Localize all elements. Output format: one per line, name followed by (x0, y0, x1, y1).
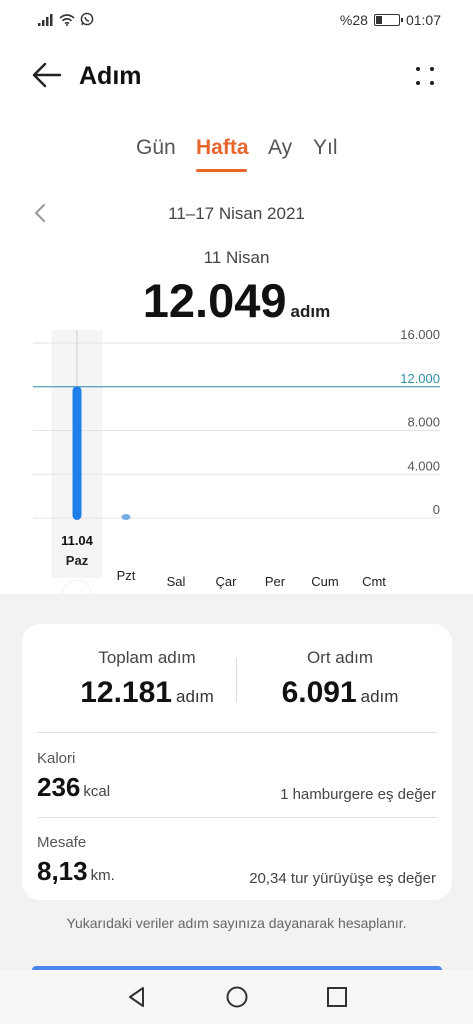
average-steps-value: 6.091 (281, 676, 357, 709)
selected-date-label: 11.04 (61, 533, 94, 548)
x-tick-label: Cum (311, 574, 338, 589)
average-steps-label: Ort adım (306, 648, 374, 667)
nav-home-button[interactable] (224, 984, 250, 1010)
nav-recents-button[interactable] (324, 984, 350, 1010)
distance-unit: km. (90, 867, 115, 884)
nav-home-icon (226, 986, 248, 1008)
tab-month[interactable]: Ay (268, 136, 292, 160)
calories-value: 236 (37, 772, 81, 802)
divider (37, 817, 437, 818)
calories-unit: kcal (83, 783, 111, 800)
page-title: Adım (79, 62, 142, 90)
tab-year[interactable]: Yıl (313, 136, 338, 160)
y-tick-label: 8.000 (407, 415, 440, 430)
distance-value: 8,13 (37, 856, 88, 886)
selected-step-count: 12.049 adım (0, 273, 473, 328)
chart-drag-handle[interactable] (62, 579, 92, 594)
x-tick-label: Sal (167, 574, 186, 589)
summary-card: Toplam adım 12.181 adım Ort adım 6.091 adı… (22, 624, 452, 900)
steps-chart[interactable]: 16.000 12.000 8.000 4.000 0 11.04 Paz Pzt Sal Çar… (0, 330, 473, 594)
average-steps: Ort adım 6.091 adım (240, 648, 440, 710)
y-tick-label: 12.000 (400, 371, 440, 386)
date-range-label: 11–17 Nisan 2021 (168, 204, 305, 223)
total-steps-label: Toplam adım (98, 648, 196, 667)
x-tick-label: Cmt (362, 574, 386, 589)
back-button[interactable] (30, 58, 64, 92)
nav-back-icon (129, 987, 144, 1007)
tab-day[interactable]: Gün (136, 136, 176, 160)
selected-value: 12.049 (142, 274, 287, 327)
app-header: Adım (0, 50, 473, 104)
selected-unit: adım (290, 302, 331, 321)
average-steps-unit: adım (360, 687, 399, 706)
calories-value-row: 236 kcal (37, 772, 110, 803)
system-navbar (0, 970, 473, 1024)
arrow-left-icon (32, 62, 62, 88)
period-tabs: Gün Hafta Ay Yıl (0, 136, 473, 176)
y-tick-label: 16.000 (400, 330, 440, 342)
more-button[interactable] (410, 62, 442, 94)
distance-value-row: 8,13 km. (37, 856, 115, 887)
x-tick-label: Per (265, 574, 286, 589)
calories-label: Kalori (37, 750, 76, 767)
x-tick-label: Pzt (117, 568, 136, 583)
y-tick-label: 0 (433, 502, 440, 517)
x-tick-label: Paz (66, 553, 89, 568)
active-tab-indicator (196, 169, 247, 172)
total-steps: Toplam adım 12.181 adım (47, 648, 247, 710)
battery-icon (373, 14, 403, 26)
clock: 01:07 (405, 12, 441, 28)
calories-equivalent: 1 hamburgere eş değer (280, 786, 436, 803)
total-steps-value: 12.181 (80, 676, 172, 709)
y-tick-label: 4.000 (407, 458, 440, 473)
signal-icon (38, 14, 53, 26)
whatsapp-icon (80, 12, 94, 26)
tab-week[interactable]: Hafta (196, 136, 249, 160)
x-tick-label: Çar (216, 574, 238, 589)
stat-divider (236, 658, 237, 702)
nav-recents-icon (327, 987, 347, 1007)
divider (37, 732, 437, 733)
total-steps-unit: adım (175, 687, 214, 706)
bar-Paz (72, 386, 82, 520)
selected-date: 11 Nisan (203, 248, 270, 267)
battery-percent: %28 (339, 12, 368, 28)
nav-back-button[interactable] (124, 984, 150, 1010)
status-bar: %28 01:07 (0, 0, 473, 40)
status-icons-right: %28 01:07 (340, 12, 441, 28)
wifi-icon (59, 14, 75, 26)
distance-equivalent: 20,34 tur yürüyüşe eş değer (249, 870, 436, 887)
status-icons-left (38, 12, 94, 26)
data-footnote: Yukarıdaki veriler adım sayınıza dayanar… (66, 915, 407, 931)
distance-label: Mesafe (37, 834, 87, 851)
bar-Pzt (121, 514, 131, 520)
date-range: 11–17 Nisan 2021 (0, 202, 473, 226)
